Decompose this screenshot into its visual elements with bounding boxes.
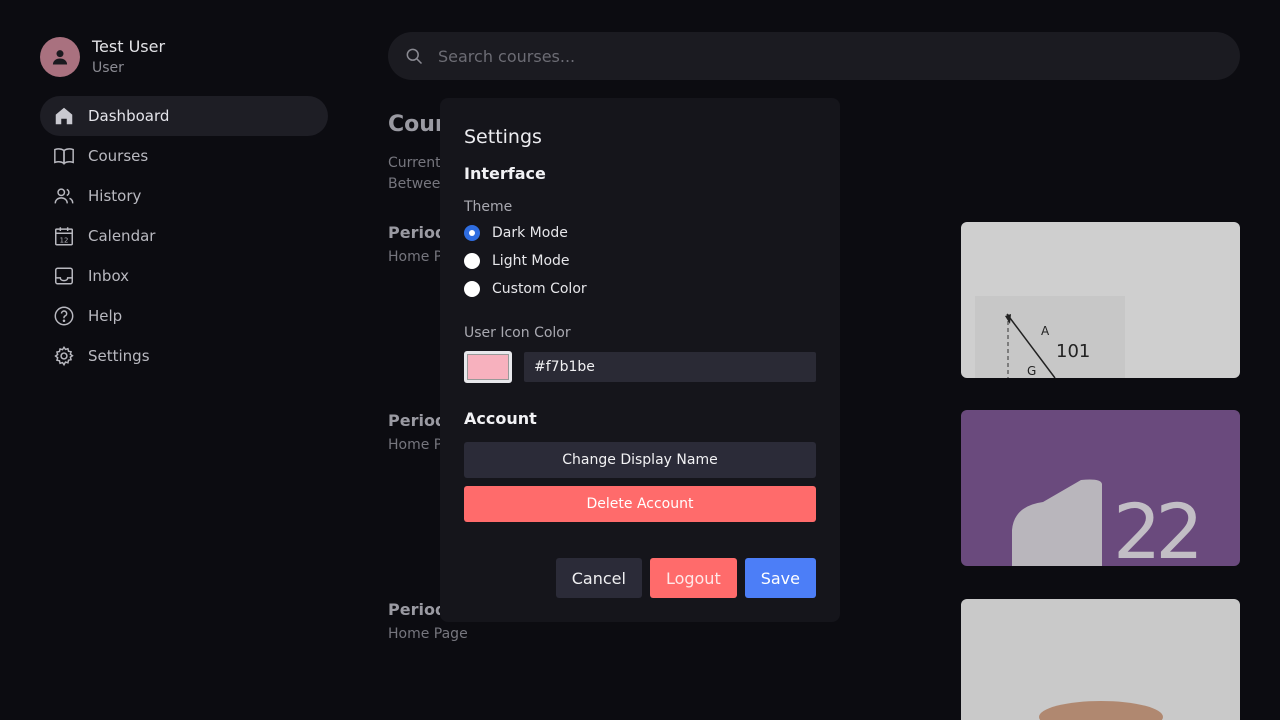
theme-radio-group: Dark Mode Light Mode Custom Color xyxy=(464,219,816,303)
color-swatch[interactable] xyxy=(464,351,512,383)
sidebar-item-calendar[interactable]: 12 Calendar xyxy=(40,216,328,256)
color-hex-input[interactable] xyxy=(524,352,816,382)
user-profile[interactable]: Test User User xyxy=(40,36,165,77)
dialog-footer: Cancel Logout Save xyxy=(555,558,816,598)
page-subtitle: Current xyxy=(388,155,441,171)
user-role: User xyxy=(92,60,124,76)
sidebar-item-label: Settings xyxy=(88,347,150,365)
sidebar-item-help[interactable]: Help xyxy=(40,296,328,336)
avatar[interactable] xyxy=(40,36,80,77)
sidebar-item-label: Courses xyxy=(88,147,149,165)
change-display-name-button[interactable]: Change Display Name xyxy=(464,442,816,478)
sidebar-item-label: Inbox xyxy=(88,267,130,285)
delete-account-button[interactable]: Delete Account xyxy=(464,486,816,522)
theme-label: Theme xyxy=(464,199,513,215)
svg-text:12: 12 xyxy=(60,236,69,244)
inbox-icon xyxy=(52,264,76,288)
search-input[interactable] xyxy=(438,46,1198,66)
save-button[interactable]: Save xyxy=(744,558,816,598)
book-icon xyxy=(52,144,76,168)
account-heading: Account xyxy=(464,409,537,428)
sidebar-item-inbox[interactable]: Inbox xyxy=(40,256,328,296)
page-title: Cour xyxy=(388,112,446,137)
course-period-title[interactable]: Period xyxy=(388,600,446,619)
radio-button[interactable] xyxy=(464,281,480,297)
sidebar: Test User User Dashboard Courses History… xyxy=(0,0,368,720)
course-image[interactable]: 22 xyxy=(961,410,1240,566)
search-icon xyxy=(406,48,423,65)
course-period-title[interactable]: Period xyxy=(388,411,446,430)
icon-color-row xyxy=(464,351,816,383)
svg-text:101: 101 xyxy=(1056,341,1090,362)
course-period-sub: Home Page xyxy=(388,626,468,642)
radio-label: Custom Color xyxy=(492,281,587,297)
radio-button[interactable] xyxy=(464,253,480,269)
settings-dialog: Settings Interface Theme Dark Mode Light… xyxy=(440,98,840,622)
sidebar-item-label: Help xyxy=(88,307,123,325)
radio-label: Light Mode xyxy=(492,253,570,269)
sidebar-item-courses[interactable]: Courses xyxy=(40,136,328,176)
gear-icon xyxy=(52,344,76,368)
search-bar[interactable] xyxy=(388,32,1240,80)
interface-heading: Interface xyxy=(464,164,546,183)
theme-option-custom[interactable]: Custom Color xyxy=(464,275,816,303)
user-icon xyxy=(52,49,68,64)
course-image[interactable]: A 101 G xyxy=(961,222,1240,378)
course-period-sub: Home P xyxy=(388,437,443,453)
icon-color-label: User Icon Color xyxy=(464,325,571,341)
logout-button[interactable]: Logout xyxy=(649,558,737,598)
help-icon xyxy=(52,304,76,328)
calendar-icon: 12 xyxy=(52,224,76,248)
sidebar-item-label: History xyxy=(88,187,142,205)
svg-text:A: A xyxy=(1041,324,1050,338)
course-image[interactable] xyxy=(961,599,1240,720)
course-period-sub: Home P xyxy=(388,249,443,265)
user-name: Test User xyxy=(92,37,166,56)
page-subtitle-2: Betweer xyxy=(388,176,447,192)
theme-option-light[interactable]: Light Mode xyxy=(464,247,816,275)
cancel-button[interactable]: Cancel xyxy=(555,558,642,598)
radio-button[interactable] xyxy=(464,225,480,241)
sidebar-item-label: Dashboard xyxy=(88,107,170,125)
radio-label: Dark Mode xyxy=(492,225,568,241)
sidebar-item-settings[interactable]: Settings xyxy=(40,336,328,376)
sidebar-nav: Dashboard Courses History 12 Calendar In… xyxy=(40,96,328,376)
home-icon xyxy=(52,104,76,128)
dialog-title: Settings xyxy=(464,126,542,148)
sidebar-item-label: Calendar xyxy=(88,227,156,245)
users-icon xyxy=(52,184,76,208)
sidebar-item-dashboard[interactable]: Dashboard xyxy=(40,96,328,136)
svg-text:22: 22 xyxy=(1113,487,1198,566)
svg-text:G: G xyxy=(1027,364,1036,378)
color-swatch-fill xyxy=(467,354,509,380)
sidebar-item-history[interactable]: History xyxy=(40,176,328,216)
theme-option-dark[interactable]: Dark Mode xyxy=(464,219,816,247)
course-period-title[interactable]: Period xyxy=(388,223,446,242)
